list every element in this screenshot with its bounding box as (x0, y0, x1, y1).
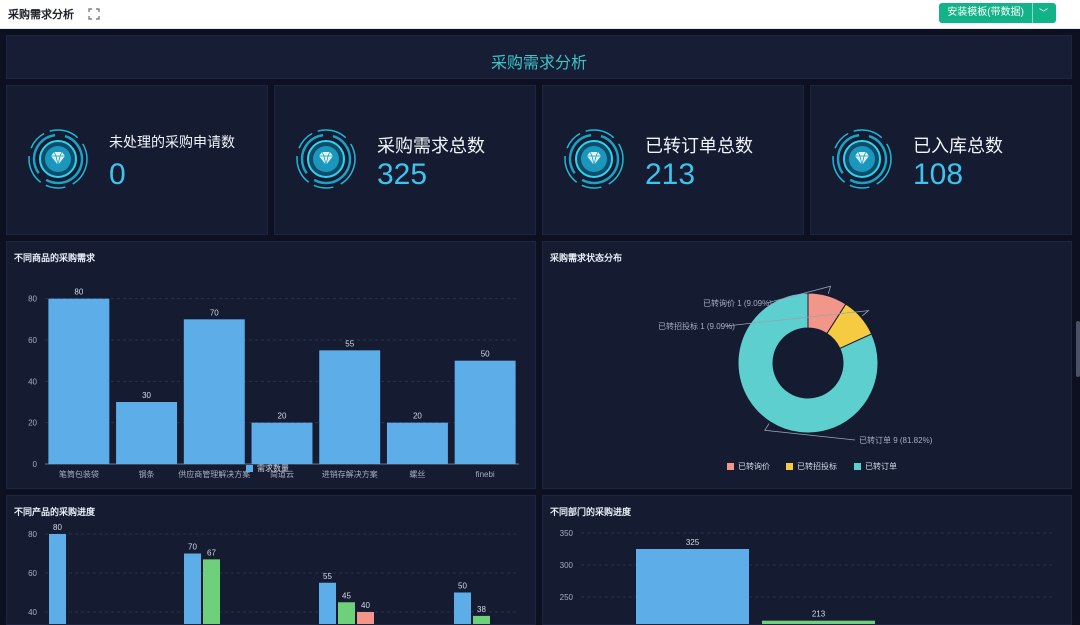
legend-label: 已转招投标 (797, 461, 837, 471)
kpi-value: 0 (109, 158, 126, 191)
kpi-value: 213 (645, 158, 696, 191)
status-donut-chart: 已转询价 1 (9.09%) 已转招投标 1 (9.09%) 已转订单 9 (81.… (658, 285, 933, 471)
page-scrollbar[interactable] (1076, 321, 1080, 377)
bar-value-label: 55 (345, 339, 354, 348)
kpi-card-pending: 未处理的采购申请数 0 (6, 85, 268, 235)
x-tick-label: 进销存解决方案 (322, 469, 378, 479)
x-tick-label: finebi (476, 470, 495, 479)
x-tick-label: 钢条 (139, 469, 155, 479)
bar (251, 422, 313, 464)
y-tick-label: 80 (28, 530, 37, 539)
bar (49, 534, 66, 624)
product-demand-chart-panel: 不同商品的采购需求 0 20 40 60 80 80 笔筒包装袋 30 钢条 70 供应商管理解决方… (6, 241, 536, 489)
app-top-bar: 采购需求分析 安装模板(带数据) ﹀ (0, 0, 1080, 29)
department-progress-bar-chart: 200250300350325213 (560, 529, 1055, 624)
x-tick-label: 螺丝 (409, 469, 425, 479)
kpi-label: 已转订单总数 (645, 136, 753, 156)
bar (454, 592, 471, 624)
bar (636, 549, 749, 624)
bar-value-label: 20 (413, 412, 422, 421)
bar (203, 559, 220, 624)
bar (762, 620, 875, 624)
y-tick-label: 350 (560, 529, 574, 538)
bar-value-label: 325 (686, 538, 700, 547)
legend-swatch (854, 463, 861, 470)
kpi-label: 未处理的采购申请数 (109, 134, 235, 150)
diamond-icon (296, 129, 356, 189)
bar-value-label: 213 (812, 610, 826, 619)
legend-label: 已转订单 (865, 461, 897, 471)
kpi-label: 已入库总数 (913, 136, 1003, 156)
kpi-value: 108 (913, 158, 964, 191)
bar-value-label: 50 (481, 350, 490, 359)
bar (319, 350, 381, 464)
y-tick-label: 60 (28, 336, 37, 345)
bar-value-label: 38 (477, 605, 486, 614)
kpi-label: 采购需求总数 (377, 136, 485, 156)
bar (183, 319, 245, 464)
legend-swatch (727, 463, 734, 470)
diamond-icon (564, 129, 624, 189)
x-tick-label: 笔筒包装袋 (59, 469, 99, 479)
bar-value-label: 70 (188, 543, 197, 552)
bar (357, 612, 374, 624)
bar (473, 615, 490, 624)
bar (454, 360, 516, 464)
chevron-down-icon[interactable]: ﹀ (1039, 3, 1048, 23)
department-progress-chart-panel: 不同部门的采购进度 200250300350325213 (542, 495, 1072, 625)
bar-value-label: 30 (142, 391, 151, 400)
y-tick-label: 40 (28, 377, 37, 386)
bar-value-label: 80 (53, 523, 62, 532)
kpi-card-total: 采购需求总数 325 (274, 85, 536, 235)
kpi-card-stocked: 已入库总数 108 (810, 85, 1072, 235)
install-template-label: 安装模板(带数据) (947, 7, 1024, 18)
bar-value-label: 80 (74, 288, 83, 297)
bar (386, 422, 448, 464)
y-tick-label: 20 (28, 419, 37, 428)
bar-value-label: 67 (207, 548, 216, 557)
diamond-icon (832, 129, 892, 189)
bar-value-label: 20 (278, 412, 287, 421)
callout-label: 已转询价 1 (9.09%) (703, 298, 772, 308)
product-demand-bar-chart: 02040608080笔筒包装袋30钢条70供应商管理解决方案20简道云55进销… (28, 288, 519, 479)
legend-label: 需求数量 (257, 463, 289, 473)
status-distribution-chart-panel: 采购需求状态分布 已转询价 1 (9.09%) 已转招投标 1 (9.09%) 已转… (542, 241, 1072, 489)
y-tick-label: 60 (28, 569, 37, 578)
dashboard-banner: 采购需求分析 (6, 35, 1072, 79)
product-progress-bar-chart: 4060808070675545405038 (28, 523, 519, 624)
kpi-card-orders: 已转订单总数 213 (542, 85, 804, 235)
kpi-value: 325 (377, 158, 428, 191)
legend-swatch (246, 465, 253, 472)
install-template-button[interactable]: 安装模板(带数据) ﹀ (939, 3, 1056, 23)
dashboard-title: 采购需求分析 (490, 55, 587, 72)
product-progress-chart-panel: 不同产品的采购进度 40 60 80 80 70 67 55 45 40 50 38 (6, 495, 536, 625)
y-tick-label: 0 (33, 460, 38, 469)
bar (184, 553, 201, 624)
bar-value-label: 45 (342, 591, 351, 600)
legend-swatch (786, 463, 793, 470)
y-tick-label: 300 (560, 561, 574, 570)
y-tick-label: 250 (560, 593, 574, 602)
dashboard: 采购需求分析 未处理的采购申请数 0 采购需求总数 325 已转订单总数 213… (0, 29, 1080, 625)
callout-label: 已转招投标 1 (9.09%) (658, 321, 735, 331)
bar-value-label: 70 (210, 308, 219, 317)
bar (338, 602, 355, 624)
bar-value-label: 55 (323, 572, 332, 581)
callout-label: 已转订单 9 (81.82%) (859, 435, 933, 445)
legend-label: 已转询价 (738, 461, 770, 471)
bar (319, 582, 336, 624)
bar-value-label: 50 (458, 582, 467, 591)
app-title: 采购需求分析 (8, 9, 74, 21)
y-tick-label: 80 (28, 295, 37, 304)
fullscreen-icon[interactable] (88, 8, 100, 20)
diamond-icon (28, 129, 88, 189)
bar (116, 402, 178, 464)
bar-value-label: 40 (361, 601, 370, 610)
bar (48, 298, 110, 464)
x-tick-label: 供应商管理解决方案 (178, 469, 250, 479)
